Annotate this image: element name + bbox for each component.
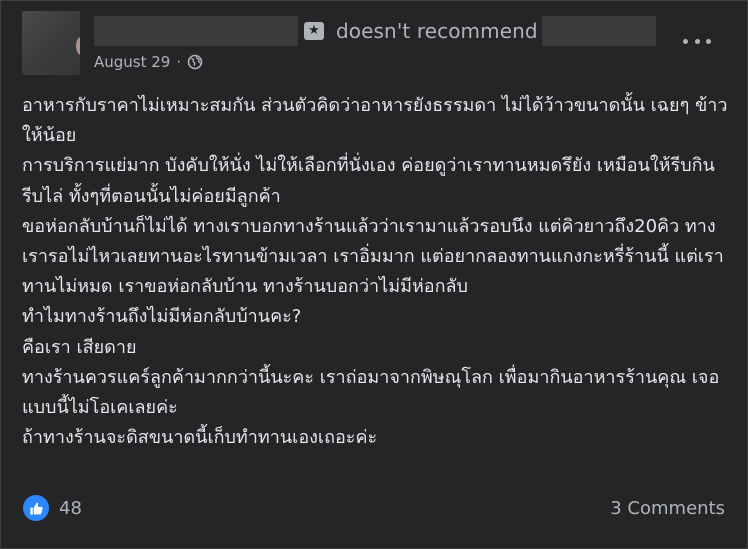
dot xyxy=(706,38,711,44)
thumbs-up-icon xyxy=(29,502,43,515)
post-paragraph: ถ้าทางร้านจะดิสขนาดนี้เก็บทำทานเองเถอะค่… xyxy=(22,427,378,449)
page-name-redacted[interactable] xyxy=(541,16,656,46)
like-count: 48 xyxy=(59,497,82,519)
post-paragraph: คือเรา เสียดาย xyxy=(22,336,137,358)
comments-count-link[interactable]: 3 Comments xyxy=(610,498,725,519)
recommendation-flag-icon: ★ xyxy=(304,22,324,40)
author-name-redacted[interactable] xyxy=(94,16,298,46)
post-paragraph: อาหารกับราคาไม่เหมาะสมกัน ส่วนตัวคิดว่าอ… xyxy=(22,95,728,147)
meta-separator: · xyxy=(176,53,182,71)
post-footer: 48 3 Comments xyxy=(23,493,725,523)
reaction-summary[interactable]: 48 xyxy=(23,495,82,521)
dot xyxy=(694,38,700,44)
dot xyxy=(683,38,688,44)
post-meta: August 29 · xyxy=(94,51,203,73)
post-card: ★ doesn't recommend August 29 · อาหารกับ… xyxy=(0,0,748,549)
globe-icon[interactable] xyxy=(187,54,203,70)
avatar-detail xyxy=(76,37,80,55)
more-options-icon[interactable] xyxy=(683,31,711,51)
post-paragraph: ขอห่อกลับบ้านก็ไม่ได้ ทางเราบอกทางร้านแล… xyxy=(22,215,724,298)
like-icon xyxy=(23,495,49,521)
post-header: ★ doesn't recommend xyxy=(94,15,656,47)
post-paragraph: ทางร้านควรแคร์ลูกค้ามากกว่านี้นะคะ เราถ่… xyxy=(22,366,720,419)
post-paragraph: การบริการแย่มาก บังคับให้นั่ง ไม่ให้เลือ… xyxy=(22,155,715,207)
recommend-status-text: doesn't recommend xyxy=(336,19,538,43)
post-paragraph: ทำไมทางร้านถึงไม่มีห่อกลับบ้านคะ? xyxy=(22,306,302,328)
post-body: อาหารกับราคาไม่เหมาะสมกัน ส่วนตัวคิดว่าอ… xyxy=(22,91,734,453)
avatar[interactable] xyxy=(22,11,80,75)
post-date[interactable]: August 29 xyxy=(94,53,170,71)
